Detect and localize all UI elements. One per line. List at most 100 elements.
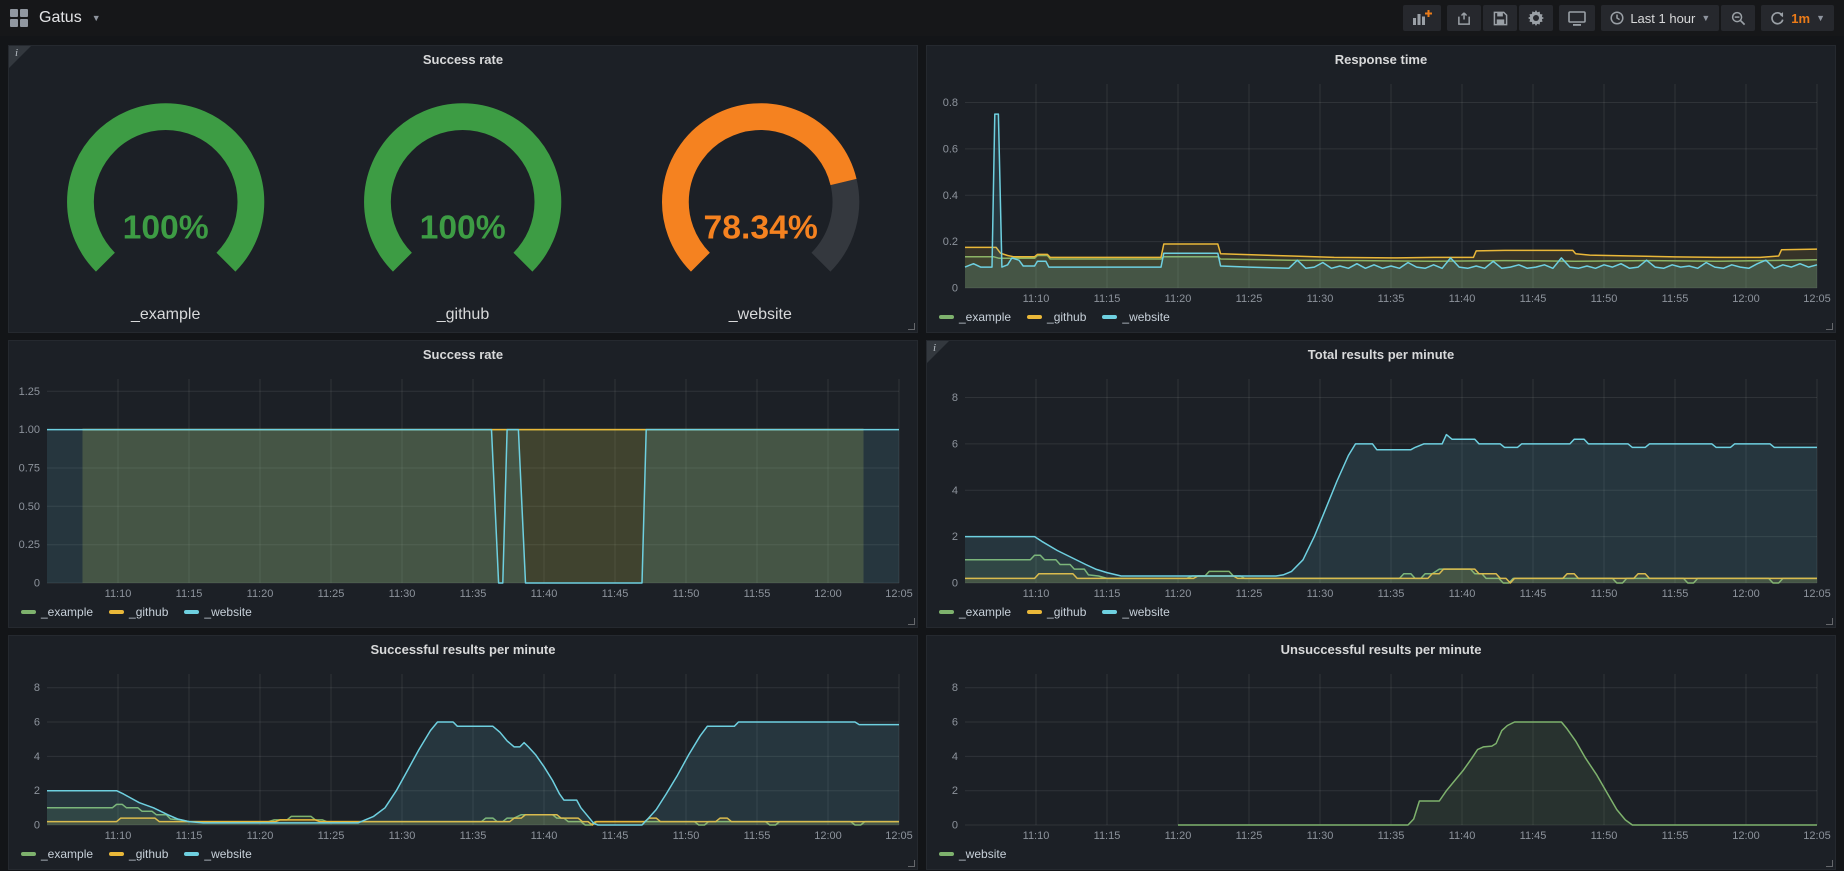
svg-text:0.50: 0.50	[19, 501, 40, 513]
panel-title[interactable]: Successful results per minute	[9, 636, 917, 664]
add-panel-button[interactable]	[1403, 5, 1441, 31]
svg-text:11:35: 11:35	[460, 830, 487, 842]
gauge-value: 100%	[123, 210, 209, 247]
svg-text:11:20: 11:20	[1165, 830, 1192, 842]
info-icon: i	[15, 47, 18, 59]
svg-text:12:05: 12:05	[1803, 588, 1831, 600]
gauge-label: _github	[437, 306, 490, 324]
chart-success-rate[interactable]: 00.250.500.751.001.2511:1011:1511:2011:2…	[9, 369, 917, 603]
svg-text:11:50: 11:50	[1591, 293, 1618, 305]
svg-text:8: 8	[952, 682, 958, 694]
resize-handle[interactable]	[908, 323, 915, 330]
panel-unsuccessful-results: Unsuccessful results per minute 0246811:…	[926, 635, 1836, 870]
svg-text:6: 6	[34, 717, 40, 729]
refresh-picker[interactable]: 1m ▼	[1761, 5, 1834, 31]
svg-text:11:40: 11:40	[1449, 293, 1476, 305]
legend-item-_website[interactable]: _website	[184, 847, 251, 861]
panel-title[interactable]: Success rate	[9, 46, 917, 74]
legend-series-name: _github	[129, 605, 168, 619]
svg-text:0.8: 0.8	[943, 97, 958, 109]
resize-handle[interactable]	[908, 618, 915, 625]
time-range-picker[interactable]: Last 1 hour ▼	[1601, 5, 1719, 31]
legend-series-name: _github	[1047, 310, 1086, 324]
svg-text:11:20: 11:20	[247, 588, 274, 600]
svg-text:12:05: 12:05	[1803, 830, 1831, 842]
legend-item-_website[interactable]: _website	[939, 847, 1006, 861]
resize-handle[interactable]	[1826, 860, 1833, 867]
share-dashboard-button[interactable]	[1447, 5, 1481, 31]
legend-swatch	[1102, 610, 1117, 614]
resize-handle[interactable]	[1826, 323, 1833, 330]
svg-text:11:45: 11:45	[602, 588, 629, 600]
legend-swatch	[184, 852, 199, 856]
svg-text:11:10: 11:10	[1023, 830, 1050, 842]
legend-swatch	[109, 610, 124, 614]
svg-text:0: 0	[952, 578, 958, 590]
svg-text:11:40: 11:40	[531, 588, 558, 600]
legend-series-name: _website	[959, 847, 1006, 861]
legend-item-_website[interactable]: _website	[1102, 310, 1169, 324]
dashboard-grid: i Success rate 100%_example100%_github78…	[0, 36, 1844, 870]
svg-text:11:20: 11:20	[247, 830, 274, 842]
legend: _example _github _website	[9, 845, 917, 869]
legend-item-_github[interactable]: _github	[1027, 310, 1086, 324]
svg-text:4: 4	[952, 751, 958, 763]
legend-item-_example[interactable]: _example	[939, 310, 1011, 324]
zoom-out-time-button[interactable]	[1721, 5, 1755, 31]
legend-series-name: _example	[41, 847, 93, 861]
legend-swatch	[1027, 610, 1042, 614]
chart-successful-results[interactable]: 0246811:1011:1511:2011:2511:3011:3511:40…	[9, 664, 917, 845]
svg-text:12:00: 12:00	[1732, 293, 1760, 305]
resize-handle[interactable]	[908, 860, 915, 867]
svg-text:12:05: 12:05	[1803, 293, 1831, 305]
chart-total-results[interactable]: 0246811:1011:1511:2011:2511:3011:3511:40…	[927, 369, 1835, 603]
dashboards-grid-icon[interactable]	[10, 9, 29, 28]
legend-item-_website[interactable]: _website	[184, 605, 251, 619]
panel-success-rate-graph: Success rate 00.250.500.751.001.2511:101…	[8, 340, 918, 628]
legend: _example _github _website	[927, 603, 1835, 627]
legend-swatch	[939, 315, 954, 319]
svg-text:11:35: 11:35	[1378, 588, 1405, 600]
legend-item-_github[interactable]: _github	[109, 605, 168, 619]
legend-item-_github[interactable]: _github	[109, 847, 168, 861]
gauge-arc: 100%	[17, 78, 314, 304]
panel-info-corner[interactable]	[927, 341, 949, 363]
panel-title[interactable]: Unsuccessful results per minute	[927, 636, 1835, 664]
chart-unsuccessful-results[interactable]: 0246811:1011:1511:2011:2511:3011:3511:40…	[927, 664, 1835, 845]
legend-item-_example[interactable]: _example	[939, 605, 1011, 619]
gauge-arc: 78.34%	[612, 78, 909, 304]
resize-handle[interactable]	[1826, 618, 1833, 625]
chart-response-time[interactable]: 00.20.40.60.811:1011:1511:2011:2511:3011…	[927, 74, 1835, 308]
panel-title[interactable]: Total results per minute	[927, 341, 1835, 369]
legend-item-_example[interactable]: _example	[21, 605, 93, 619]
dashboard-settings-button[interactable]	[1519, 5, 1553, 31]
refresh-icon	[1770, 11, 1785, 26]
legend-series-name: _example	[41, 605, 93, 619]
svg-text:11:20: 11:20	[1165, 293, 1192, 305]
chevron-down-icon[interactable]: ▼	[92, 14, 101, 23]
zoom-out-icon	[1731, 11, 1746, 26]
legend-item-_example[interactable]: _example	[21, 847, 93, 861]
cycle-view-mode-button[interactable]	[1559, 5, 1595, 31]
svg-text:8: 8	[952, 392, 958, 404]
gauge-_website: 78.34% _website	[612, 78, 909, 324]
legend-item-_website[interactable]: _website	[1102, 605, 1169, 619]
legend-item-_github[interactable]: _github	[1027, 605, 1086, 619]
info-icon: i	[933, 342, 936, 354]
legend-series-name: _website	[204, 605, 251, 619]
svg-text:11:30: 11:30	[389, 588, 416, 600]
svg-text:12:05: 12:05	[885, 830, 913, 842]
svg-text:4: 4	[34, 751, 40, 763]
gauge-label: _website	[729, 306, 792, 324]
tv-monitor-icon	[1568, 11, 1586, 26]
panel-title[interactable]: Success rate	[9, 341, 917, 369]
svg-text:11:15: 11:15	[1094, 293, 1121, 305]
svg-text:11:50: 11:50	[673, 588, 700, 600]
panel-title[interactable]: Response time	[927, 46, 1835, 74]
save-dashboard-button[interactable]	[1483, 5, 1517, 31]
legend: _website	[927, 845, 1835, 869]
dashboard-title[interactable]: Gatus	[39, 9, 82, 27]
panel-info-corner[interactable]	[9, 46, 31, 68]
legend-swatch	[184, 610, 199, 614]
svg-text:11:45: 11:45	[1520, 830, 1547, 842]
